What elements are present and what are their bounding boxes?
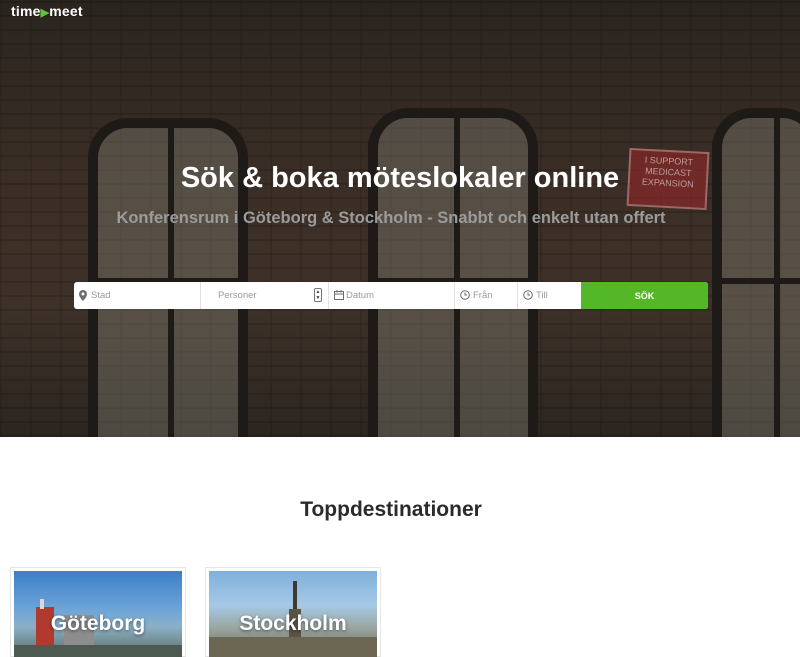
to-placeholder: Till bbox=[536, 290, 548, 301]
logo-arrow-icon: ▶ bbox=[40, 7, 50, 19]
from-time-field[interactable]: Från bbox=[455, 282, 518, 309]
background-window-right bbox=[712, 108, 800, 437]
hero-banner: I SUPPORT MEDICAST EXPANSION time▶meet S… bbox=[0, 0, 800, 437]
date-field[interactable]: Datum bbox=[329, 282, 455, 309]
background-window-middle bbox=[368, 108, 538, 437]
city-field[interactable]: Stad bbox=[74, 282, 201, 309]
destination-card-stockholm[interactable]: Stockholm bbox=[205, 567, 381, 657]
clock-icon bbox=[523, 290, 533, 301]
stockholm-image: Stockholm bbox=[209, 571, 377, 657]
logo-text-time: time bbox=[11, 3, 41, 19]
logo-text-meet: meet bbox=[49, 3, 83, 19]
hero-headline: Sök & boka möteslokaler online bbox=[180, 162, 620, 194]
top-destinations-title: Toppdestinationer bbox=[300, 498, 482, 521]
date-placeholder: Datum bbox=[346, 290, 374, 301]
clock-icon bbox=[460, 290, 470, 301]
persons-placeholder: Personer bbox=[218, 290, 257, 301]
hero-subline: Konferensrum i Göteborg & Stockholm - Sn… bbox=[116, 209, 666, 227]
city-placeholder: Stad bbox=[91, 290, 111, 301]
destination-name: Stockholm bbox=[239, 612, 347, 635]
from-placeholder: Från bbox=[473, 290, 493, 301]
timemeet-logo[interactable]: time▶meet bbox=[11, 3, 83, 19]
persons-field[interactable]: Personer ▲ ▼ bbox=[201, 282, 329, 309]
calendar-icon bbox=[334, 290, 344, 301]
number-stepper-icon[interactable]: ▲ ▼ bbox=[314, 288, 322, 302]
to-time-field[interactable]: Till bbox=[518, 282, 581, 309]
search-button[interactable]: SÖK bbox=[581, 282, 708, 309]
destination-name: Göteborg bbox=[50, 612, 146, 635]
goteborg-image: Göteborg bbox=[14, 571, 182, 657]
map-pin-icon bbox=[79, 290, 89, 301]
search-bar: Stad Personer ▲ ▼ Datum Från Till SÖK bbox=[74, 282, 708, 309]
destination-card-goteborg[interactable]: Göteborg bbox=[10, 567, 186, 657]
